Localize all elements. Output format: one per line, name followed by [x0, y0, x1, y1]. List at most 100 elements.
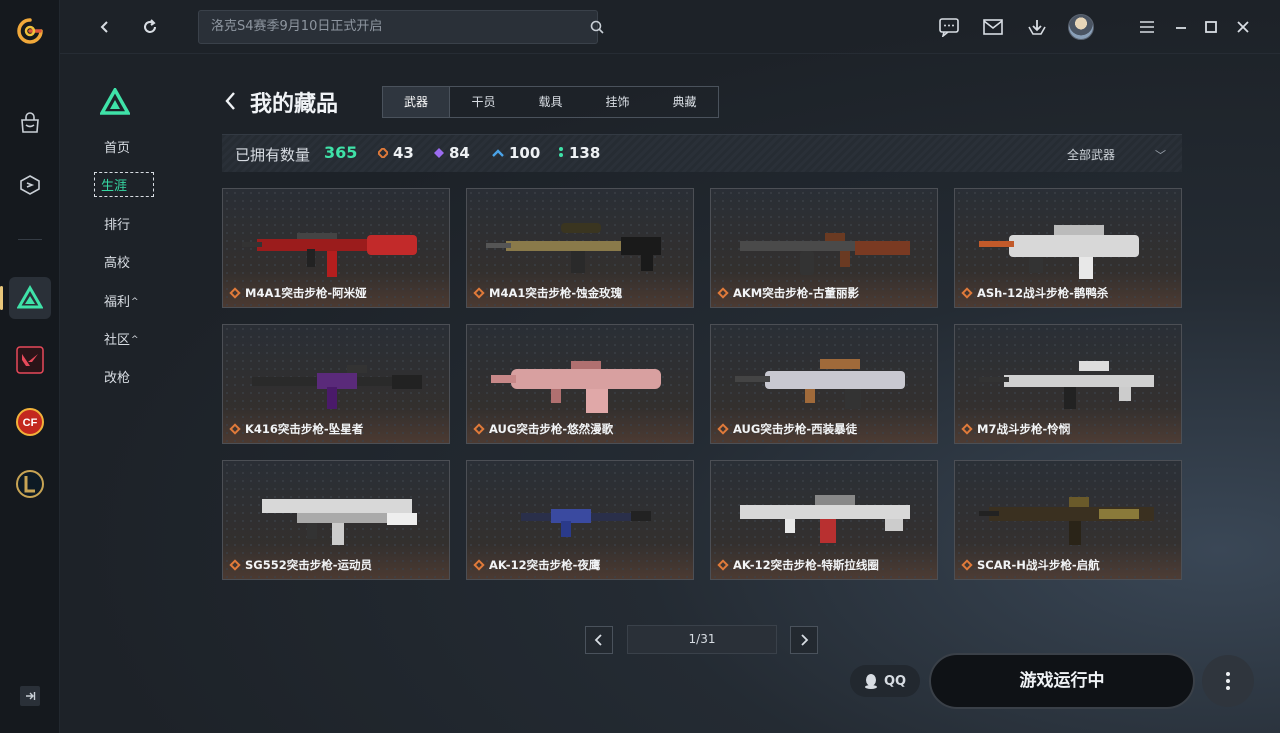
weapon-name-text: AK-12突击步枪-特斯拉线圈: [733, 558, 879, 572]
weapon-card[interactable]: ASh-12战斗步枪-鹊鸭杀: [954, 188, 1182, 308]
rarity-blue-stat: 100: [492, 144, 540, 162]
tab-vehicles[interactable]: 载具: [517, 87, 584, 117]
weapon-image: [262, 499, 417, 545]
delta-force-icon[interactable]: [9, 277, 51, 319]
refresh-icon[interactable]: [137, 14, 163, 40]
menu-icon[interactable]: [1134, 14, 1160, 40]
rarity-purple-stat: 84: [434, 144, 470, 162]
weapon-card[interactable]: K416突击步枪-坠星者: [222, 324, 450, 444]
subnav-label: 首页: [104, 141, 131, 156]
weapon-image: [521, 509, 651, 537]
weapon-name-text: M7战斗步枪-怜悯: [977, 422, 1071, 436]
back-icon[interactable]: [92, 14, 118, 40]
user-avatar[interactable]: [1068, 14, 1094, 40]
weapon-card[interactable]: AK-12突击步枪-特斯拉线圈: [710, 460, 938, 580]
kebab-menu-icon: [1226, 672, 1230, 690]
search-input[interactable]: 洛克S4赛季9月10日正式开启: [198, 10, 598, 44]
tab-operators[interactable]: 干员: [450, 87, 517, 117]
weapon-image: [252, 365, 422, 409]
weapon-card[interactable]: AUG突击步枪-悠然漫歌: [466, 324, 694, 444]
green-dots-icon: [558, 144, 564, 162]
page-title: 我的藏品: [250, 92, 339, 117]
subnav-item-community[interactable]: 社区^: [104, 329, 164, 348]
subnav-label: 社区: [104, 333, 131, 348]
chevron-right-icon: [801, 634, 809, 646]
weapon-card[interactable]: M7战斗步枪-怜悯: [954, 324, 1182, 444]
weapon-name-text: SCAR-H战斗步枪-启航: [977, 558, 1100, 572]
weapon-card[interactable]: SG552突击步枪-运动员: [222, 460, 450, 580]
weapon-card[interactable]: M4A1突击步枪-阿米娅: [222, 188, 450, 308]
weapon-image: [979, 225, 1139, 279]
game-library-icon[interactable]: [9, 164, 51, 206]
rarity-orange-icon: [717, 559, 729, 571]
mail-icon[interactable]: [980, 14, 1006, 40]
rarity-orange-count: 43: [393, 144, 414, 162]
chat-icon[interactable]: [936, 14, 962, 40]
weapon-name-text: K416突击步枪-坠星者: [245, 422, 364, 436]
qq-penguin-icon: [864, 674, 877, 689]
prev-page-button[interactable]: [585, 626, 613, 654]
rarity-orange-icon: [229, 287, 241, 299]
subnav-item-gunsmith[interactable]: 改枪: [104, 367, 164, 386]
rarity-green-count: 138: [569, 144, 601, 162]
game-running-button[interactable]: 游戏运行中: [929, 653, 1195, 709]
weapon-name-text: M4A1突击步枪-蚀金玫瑰: [489, 286, 623, 300]
store-icon[interactable]: [9, 102, 51, 144]
weapon-card[interactable]: AUG突击步枪-西装暴徒: [710, 324, 938, 444]
weapon-image: [242, 233, 417, 277]
weapon-name-text: AK-12突击步枪-夜鹰: [489, 558, 601, 572]
tab-weapons[interactable]: 武器: [383, 87, 450, 117]
tab-charms[interactable]: 挂饰: [584, 87, 651, 117]
more-options-button[interactable]: [1202, 655, 1254, 707]
subnav-label: 高校: [104, 256, 131, 271]
qq-label: QQ: [883, 673, 907, 689]
weapon-image: [486, 223, 661, 273]
rarity-blue-count: 100: [509, 144, 541, 162]
weapon-card[interactable]: M4A1突击步枪-蚀金玫瑰: [466, 188, 694, 308]
weapon-name: AK-12突击步枪-夜鹰: [473, 557, 601, 573]
tab-collection[interactable]: 典藏: [651, 87, 718, 117]
rarity-green-stat: 138: [558, 144, 600, 162]
orange-diamond-icon: [376, 144, 390, 162]
weapon-name: ASh-12战斗步枪-鹊鸭杀: [961, 285, 1109, 301]
weapon-card[interactable]: AK-12突击步枪-夜鹰: [466, 460, 694, 580]
weapon-image: [979, 361, 1154, 409]
minimize-icon[interactable]: [1168, 14, 1194, 40]
search-icon[interactable]: [584, 14, 610, 40]
blue-chevron-icon: [492, 144, 504, 162]
weapon-card[interactable]: SCAR-H战斗步枪-启航: [954, 460, 1182, 580]
weapon-name-text: AKM突击步枪-古董丽影: [733, 286, 860, 300]
league-of-legends-icon[interactable]: [9, 463, 51, 505]
weapon-name-text: SG552突击步枪-运动员: [245, 558, 372, 572]
weapon-card[interactable]: AKM突击步枪-古董丽影: [710, 188, 938, 308]
maximize-icon[interactable]: [1198, 14, 1224, 40]
rarity-orange-icon: [961, 287, 973, 299]
app-logo-icon[interactable]: [9, 10, 51, 52]
weapon-name-text: ASh-12战斗步枪-鹊鸭杀: [977, 286, 1109, 300]
weapon-grid: M4A1突击步枪-阿米娅 M4A1突击步枪-蚀金玫瑰 AKM突击步枪-古董丽影 …: [222, 188, 1182, 580]
close-icon[interactable]: [1230, 14, 1256, 40]
weapon-name: SCAR-H战斗步枪-启航: [961, 557, 1100, 573]
valorant-icon[interactable]: [9, 339, 51, 381]
rarity-orange-stat: 43: [376, 144, 414, 162]
subnav-item-home[interactable]: 首页: [104, 137, 164, 156]
owned-count-label: 已拥有数量: [235, 146, 311, 164]
subnav-item-ranking[interactable]: 排行: [104, 214, 164, 233]
weapon-name: M7战斗步枪-怜悯: [961, 421, 1071, 437]
collection-back-icon[interactable]: [224, 90, 238, 116]
subnav-item-career[interactable]: 生涯: [94, 172, 154, 197]
next-page-button[interactable]: [790, 626, 818, 654]
weapon-name: K416突击步枪-坠星者: [229, 421, 364, 437]
rarity-orange-icon: [717, 423, 729, 435]
weapon-filter-dropdown[interactable]: 全部武器 ﹀: [1067, 146, 1166, 163]
download-icon[interactable]: [1024, 14, 1050, 40]
subnav-item-welfare[interactable]: 福利^: [104, 291, 164, 310]
rarity-orange-icon: [473, 287, 485, 299]
expand-rail-icon[interactable]: [20, 686, 40, 706]
qq-button[interactable]: QQ: [850, 665, 920, 697]
left-rail: CF: [0, 0, 60, 733]
weapon-name: AUG突击步枪-悠然漫歌: [473, 421, 613, 437]
rarity-orange-icon: [473, 559, 485, 571]
subnav-item-college[interactable]: 高校: [104, 252, 164, 271]
crossfire-icon[interactable]: CF: [9, 401, 51, 443]
